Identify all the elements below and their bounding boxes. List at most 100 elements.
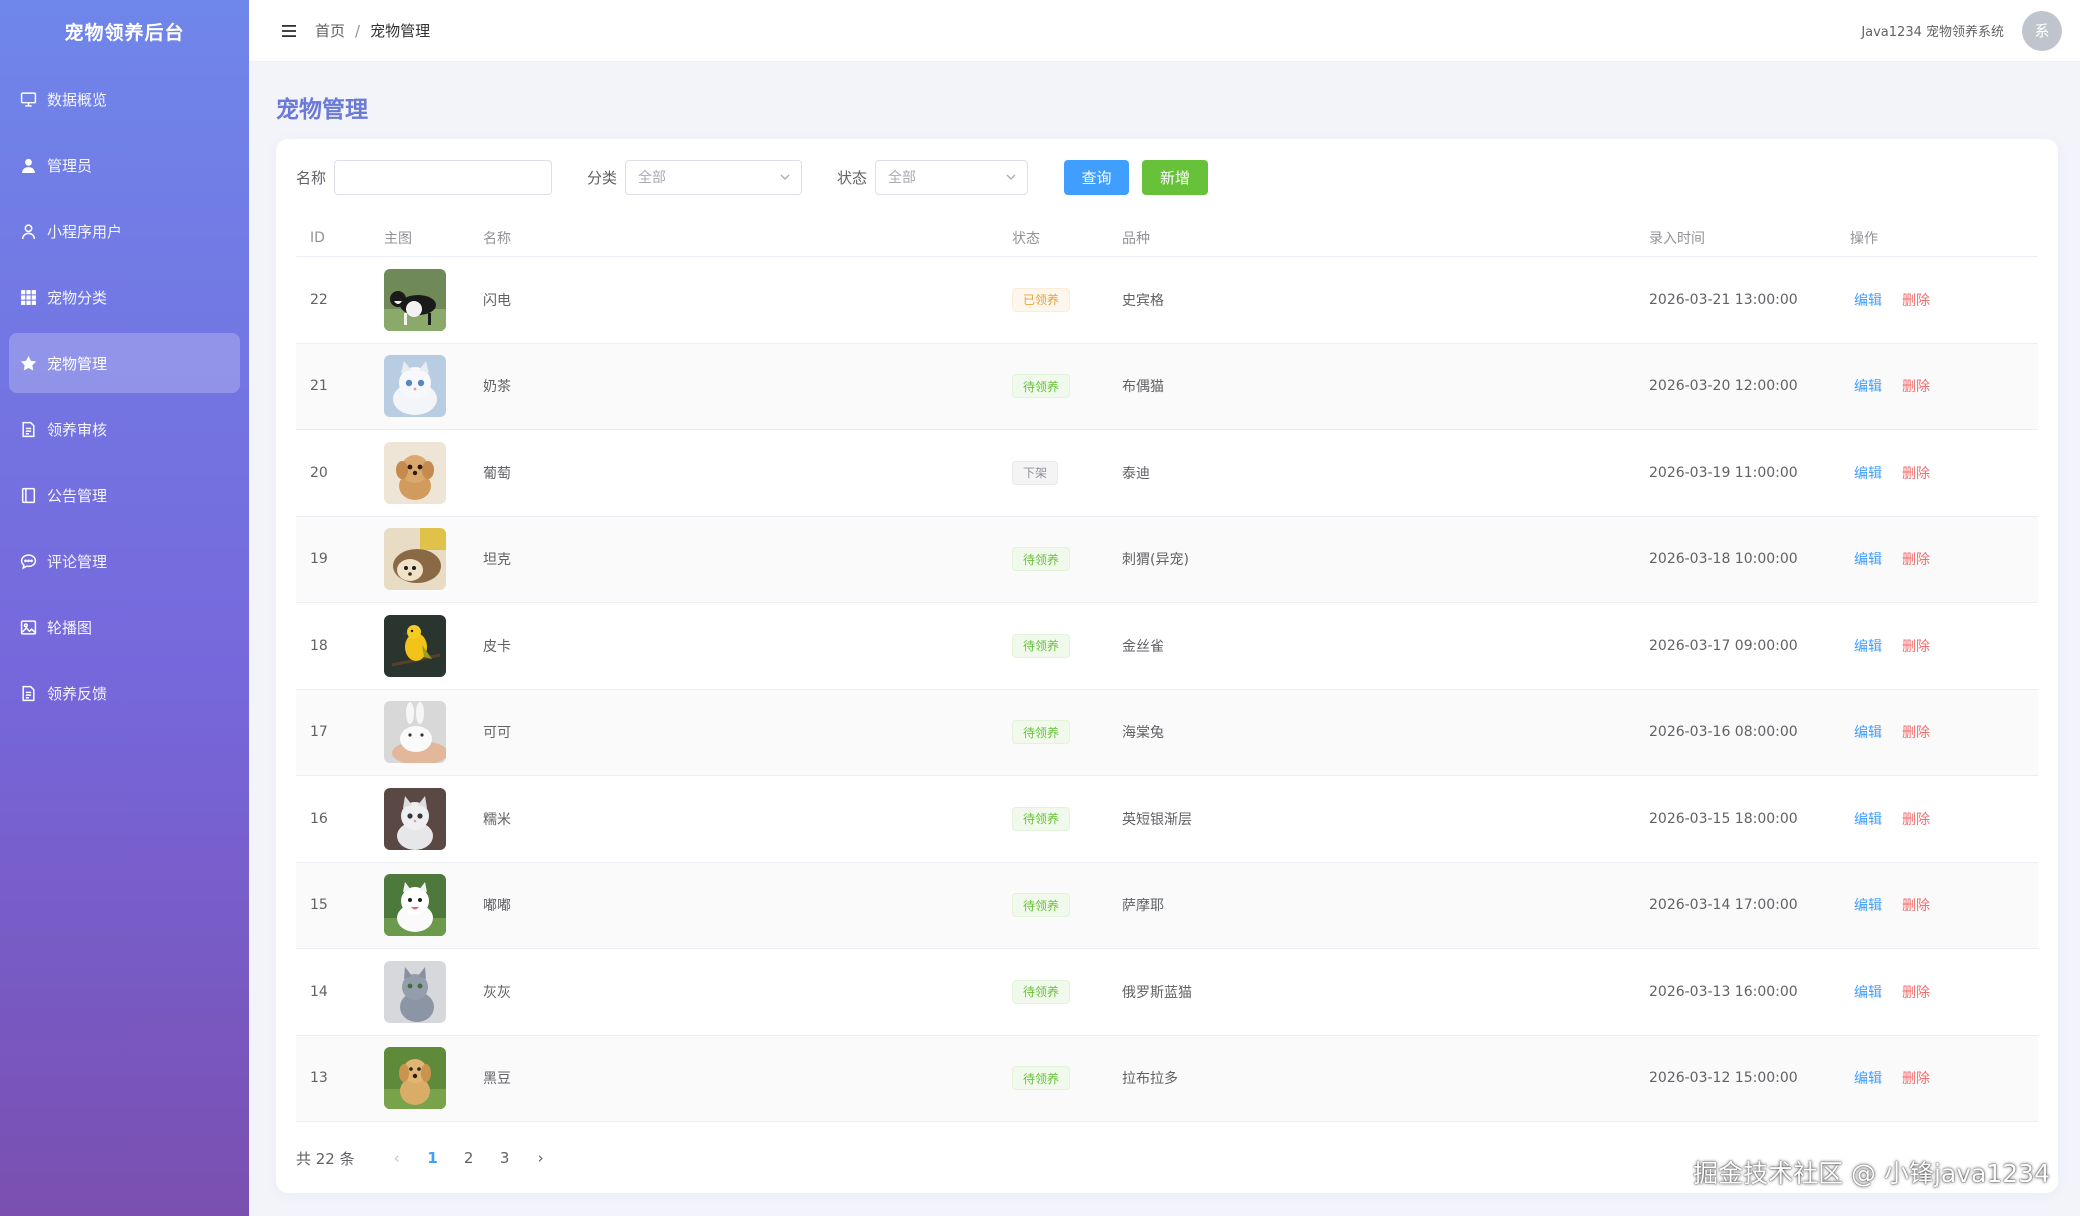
cell-breed: 萨摩耶 [1122,898,1164,915]
sidebar-item-miniapp-users[interactable]: 小程序用户 [9,201,240,261]
edit-button[interactable]: 编辑 [1854,1068,1882,1088]
pet-thumbnail[interactable] [384,355,446,418]
delete-button[interactable]: 删除 [1902,809,1930,829]
pet-thumbnail[interactable] [384,874,446,937]
sidebar-item-categories[interactable]: 宠物分类 [9,267,240,327]
status-badge: 待领养 [1012,806,1071,831]
cell-time: 2026-03-16 08:00:00 [1649,724,1798,741]
name-filter-input[interactable] [334,159,553,195]
query-button[interactable]: 查询 [1064,159,1130,195]
status-badge: 待领养 [1012,720,1071,745]
breadcrumb-separator: / [355,21,361,40]
cell-actions: 编辑 删除 [1848,722,2038,742]
edit-button[interactable]: 编辑 [1854,463,1882,483]
column-header-image: 主图 [384,230,412,247]
pagination-page-3[interactable]: 3 [487,1144,523,1172]
cell-status: 待领养 [1012,720,1122,745]
notebook-icon [19,486,37,504]
pagination-next-button[interactable]: › [523,1144,559,1172]
cell-id: 15 [310,897,328,914]
cell-breed: 金丝雀 [1122,638,1164,655]
cell-name: 黑豆 [483,1071,511,1088]
add-button[interactable]: 新增 [1142,159,1209,195]
delete-button[interactable]: 删除 [1902,895,1930,915]
delete-button[interactable]: 删除 [1902,722,1930,742]
delete-button[interactable]: 删除 [1902,376,1930,396]
delete-button[interactable]: 删除 [1902,636,1930,656]
pet-thumbnail[interactable] [384,441,446,504]
sidebar-item-feedback[interactable]: 领养反馈 [9,663,240,723]
pagination-total: 共 22 条 [296,1149,355,1168]
status-badge: 待领养 [1012,547,1071,572]
menu-fold-icon[interactable] [281,24,297,38]
cell-actions: 编辑 删除 [1848,549,2038,569]
table-row: 15 嘟嘟 待领养 萨摩耶 2026-03-14 17:00:00 编辑 删除 [296,862,2038,949]
edit-button[interactable]: 编辑 [1854,809,1882,829]
cell-image [384,1047,483,1110]
sidebar-item-banners[interactable]: 轮播图 [9,597,240,657]
delete-button[interactable]: 删除 [1902,290,1930,310]
cell-status: 已领养 [1012,287,1122,312]
pagination-prev-button[interactable]: ‹ [379,1144,415,1172]
edit-button[interactable]: 编辑 [1854,722,1882,742]
pet-thumbnail[interactable] [384,614,446,677]
breadcrumb-home[interactable]: 首页 [315,20,345,41]
sidebar-item-comments[interactable]: 评论管理 [9,531,240,591]
pagination-page-2[interactable]: 2 [451,1144,487,1172]
cell-image [384,701,483,764]
column-header-id: ID [310,229,325,246]
pet-thumbnail[interactable] [384,528,446,591]
cell-actions: 编辑 删除 [1848,982,2038,1002]
edit-button[interactable]: 编辑 [1854,895,1882,915]
sidebar-item-label: 公告管理 [47,486,108,505]
sidebar-item-admins[interactable]: 管理员 [9,135,240,195]
pet-thumbnail[interactable] [384,268,446,331]
sidebar-item-label: 宠物管理 [47,354,108,373]
system-name: Java1234 宠物领养系统 [1861,25,2004,40]
category-select[interactable]: 全部 [625,159,803,195]
status-badge: 下架 [1012,460,1059,485]
avatar[interactable]: 系 [2022,10,2062,51]
edit-button[interactable]: 编辑 [1854,376,1882,396]
cell-image [384,355,483,418]
cell-breed: 布偶猫 [1122,379,1164,396]
document-icon [19,684,37,702]
edit-button[interactable]: 编辑 [1854,636,1882,656]
breadcrumb-current: 宠物管理 [370,22,431,40]
delete-button[interactable]: 删除 [1902,982,1930,1002]
pagination-page-1[interactable]: 1 [415,1144,451,1172]
cell-name: 闪电 [483,292,511,309]
column-header-status: 状态 [1012,230,1040,247]
delete-button[interactable]: 删除 [1902,549,1930,569]
cell-actions: 编辑 删除 [1848,895,2038,915]
sidebar-item-label: 领养反馈 [47,684,108,703]
delete-button[interactable]: 删除 [1902,1068,1930,1088]
page-title: 宠物管理 [276,97,368,123]
cell-breed: 拉布拉多 [1122,1071,1178,1088]
pet-thumbnail[interactable] [384,787,446,850]
table-row: 22 闪电 已领养 史宾格 2026-03-21 13:00:00 编辑 删除 [296,257,2038,344]
sidebar-item-pets[interactable]: 宠物管理 [9,333,240,393]
pet-thumbnail[interactable] [384,1047,446,1110]
sidebar-item-announcements[interactable]: 公告管理 [9,465,240,525]
chevron-down-icon [1005,171,1017,183]
edit-button[interactable]: 编辑 [1854,549,1882,569]
status-badge: 待领养 [1012,374,1071,399]
sidebar-item-dashboard[interactable]: 数据概览 [9,69,240,129]
pet-table: ID 主图 名称 状态 品种 录入时间 操作 22 闪电 已领养 史宾格 2026-03… [296,219,2038,1122]
user-filled-icon [19,156,37,174]
cell-status: 待领养 [1012,806,1122,831]
cell-actions: 编辑 删除 [1848,290,2038,310]
status-select[interactable]: 全部 [875,159,1029,195]
pet-thumbnail[interactable] [384,960,446,1023]
column-header-time: 录入时间 [1649,230,1705,247]
delete-button[interactable]: 删除 [1902,463,1930,483]
pet-thumbnail[interactable] [384,701,446,764]
edit-button[interactable]: 编辑 [1854,982,1882,1002]
cell-name: 奶茶 [483,379,511,396]
sidebar-item-adoption-review[interactable]: 领养审核 [9,399,240,459]
top-header: 首页 / 宠物管理 Java1234 宠物领养系统 系 [249,0,2080,62]
edit-button[interactable]: 编辑 [1854,290,1882,310]
cell-breed: 英短银渐层 [1122,811,1192,828]
picture-icon [19,618,37,636]
